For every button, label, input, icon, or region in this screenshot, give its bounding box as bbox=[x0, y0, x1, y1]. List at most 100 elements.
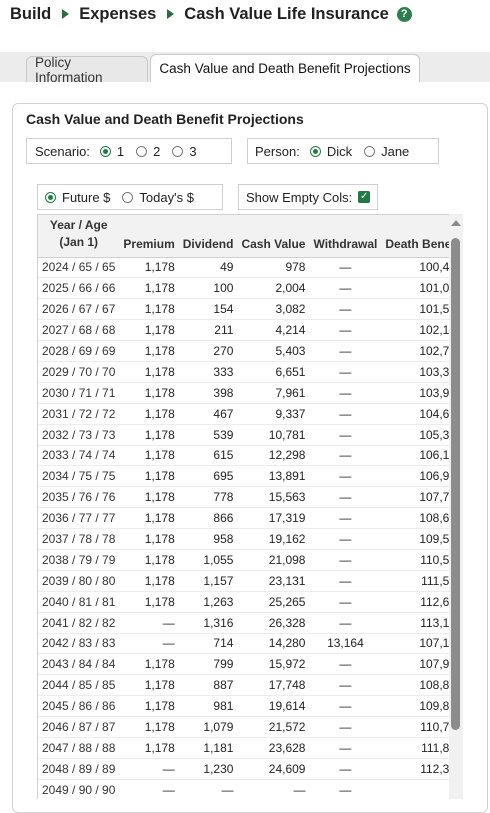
table-row: 2027 / 68 / 681,1782114,214—102,107 bbox=[38, 319, 449, 342]
column-header-premium[interactable]: Premium bbox=[119, 215, 179, 258]
cell-cash-value: 17,748 bbox=[237, 674, 310, 697]
cell-death-benefit: 106,945 bbox=[381, 465, 449, 488]
cell-dividend: 958 bbox=[178, 528, 238, 550]
scenario-option-3[interactable]: 3 bbox=[172, 144, 197, 159]
scenario-option-1[interactable]: 1 bbox=[99, 144, 124, 159]
cell-year-age: 2042 / 83 / 83 bbox=[38, 633, 120, 655]
header-line: (Jan 1) bbox=[59, 234, 99, 249]
cell-year-age: 2033 / 74 / 74 bbox=[38, 445, 120, 467]
column-header-death-benefit[interactable]: Death Benefit bbox=[381, 215, 449, 258]
help-icon[interactable]: ? bbox=[396, 6, 412, 22]
cell-withdrawal: — bbox=[309, 361, 382, 383]
cell-dividend: 1,079 bbox=[178, 716, 238, 738]
column-header-cash-value[interactable]: Cash Value bbox=[237, 215, 310, 258]
radio-unselected-icon[interactable] bbox=[364, 145, 376, 157]
cell-death-benefit: 112,305 bbox=[381, 758, 449, 780]
cell-cash-value: 2,004 bbox=[237, 277, 310, 300]
cell-death-benefit: 101,002 bbox=[381, 277, 449, 300]
cell-premium: 1,178 bbox=[119, 340, 179, 362]
checkbox-checked-icon[interactable]: ✓ bbox=[358, 191, 371, 203]
table-row: 2038 / 79 / 791,1781,05521,098—110,549 bbox=[38, 549, 449, 571]
cell-cash-value: 15,972 bbox=[237, 653, 310, 676]
tab-projections[interactable]: Cash Value and Death Benefit Projections bbox=[150, 54, 420, 82]
cell-dividend: 398 bbox=[178, 382, 238, 404]
cell-year-age: 2028 / 69 / 69 bbox=[38, 340, 120, 362]
cell-premium: 1,178 bbox=[119, 591, 179, 613]
dollar-mode-future[interactable]: Future $ bbox=[45, 190, 110, 205]
person-option-jane[interactable]: Jane bbox=[364, 144, 409, 159]
cell-dividend: 887 bbox=[178, 674, 238, 697]
cell-premium: 1,178 bbox=[119, 277, 179, 300]
cell-dividend: — bbox=[178, 779, 238, 799]
breadcrumb-build[interactable]: Build bbox=[10, 5, 51, 24]
breadcrumb-expenses[interactable]: Expenses bbox=[79, 5, 156, 24]
cell-death-benefit: 103,325 bbox=[381, 361, 449, 383]
cell-death-benefit: 111,814 bbox=[381, 737, 449, 759]
radio-unselected-icon[interactable] bbox=[122, 191, 134, 203]
cell-death-benefit: 102,107 bbox=[381, 319, 449, 342]
table-row: 2044 / 85 / 851,17888717,748—108,874 bbox=[38, 674, 449, 697]
cell-dividend: 1,230 bbox=[178, 758, 238, 780]
cell-cash-value: 13,891 bbox=[237, 465, 310, 488]
cell-premium: 1,178 bbox=[119, 382, 179, 404]
table-row: 2046 / 87 / 871,1781,07921,572—110,786 bbox=[38, 716, 449, 738]
cell-premium: 1,178 bbox=[119, 737, 179, 759]
cell-cash-value: 21,098 bbox=[237, 549, 310, 571]
cell-dividend: 154 bbox=[178, 298, 238, 321]
table-row: 2045 / 86 / 861,17898119,614—109,807 bbox=[38, 695, 449, 718]
dollar-mode-label: Today's $ bbox=[139, 189, 194, 205]
person-option-dick[interactable]: Dick bbox=[309, 144, 352, 159]
cell-withdrawal: — bbox=[309, 758, 382, 780]
cell-withdrawal: — bbox=[309, 779, 382, 799]
radio-selected-icon[interactable] bbox=[309, 145, 321, 157]
cell-cash-value: 19,614 bbox=[237, 695, 310, 718]
cell-death-benefit: 111,565 bbox=[381, 570, 449, 592]
radio-unselected-icon[interactable] bbox=[172, 145, 184, 157]
scroll-up-icon[interactable] bbox=[451, 220, 461, 226]
table-row: 2048 / 89 / 89—1,23024,609—112,305 bbox=[38, 758, 449, 780]
table-row: 2026 / 67 / 671,1781543,082—101,541 bbox=[38, 298, 449, 321]
cell-dividend: 1,316 bbox=[178, 612, 238, 634]
scrollbar-thumb[interactable] bbox=[451, 238, 460, 730]
cell-dividend: 49 bbox=[178, 257, 238, 279]
cell-dividend: 778 bbox=[178, 486, 238, 509]
dollar-mode-selector: Future $ Today's $ bbox=[37, 184, 223, 210]
cell-cash-value: 23,628 bbox=[237, 737, 310, 759]
cell-year-age: 2043 / 84 / 84 bbox=[38, 653, 120, 676]
cell-premium: 1,178 bbox=[119, 716, 179, 738]
person-selector: Person: Dick Jane bbox=[247, 138, 439, 164]
column-header-year-age[interactable]: Year / Age (Jan 1) bbox=[38, 215, 120, 258]
cell-premium: 1,178 bbox=[119, 257, 179, 279]
cell-withdrawal: — bbox=[309, 465, 382, 488]
panel-title: Cash Value and Death Benefit Projections bbox=[26, 111, 304, 127]
scenario-selector: Scenario: 1 2 3 bbox=[26, 138, 232, 164]
cell-cash-value: 12,298 bbox=[237, 445, 310, 467]
cell-year-age: 2049 / 90 / 90 bbox=[38, 779, 120, 799]
column-header-dividend[interactable]: Dividend bbox=[178, 215, 238, 258]
cell-withdrawal: — bbox=[309, 737, 382, 759]
radio-unselected-icon[interactable] bbox=[136, 145, 148, 157]
cell-death-benefit: 102,701 bbox=[381, 340, 449, 362]
cell-dividend: 1,157 bbox=[178, 570, 238, 592]
table-row: 2040 / 81 / 811,1781,26325,265—112,633 bbox=[38, 591, 449, 613]
cell-withdrawal: — bbox=[309, 549, 382, 571]
cell-withdrawal: — bbox=[309, 403, 382, 425]
radio-selected-icon[interactable] bbox=[99, 145, 111, 157]
cell-premium: 1,178 bbox=[119, 319, 179, 342]
scenario-option-2[interactable]: 2 bbox=[136, 144, 160, 159]
breadcrumb: Build Expenses Cash Value Life Insurance… bbox=[10, 2, 412, 26]
column-header-withdrawal[interactable]: Withdrawal bbox=[309, 215, 382, 258]
cell-year-age: 2032 / 73 / 73 bbox=[38, 424, 120, 446]
cell-withdrawal: — bbox=[309, 382, 382, 404]
cell-cash-value: 24,609 bbox=[237, 758, 310, 780]
cell-dividend: 866 bbox=[178, 507, 238, 530]
cell-death-benefit: 107,781 bbox=[381, 486, 449, 509]
cell-cash-value: 21,572 bbox=[237, 716, 310, 738]
cell-withdrawal: — bbox=[309, 716, 382, 738]
tab-policy-information[interactable]: Policy Information bbox=[26, 55, 148, 85]
breadcrumb-separator-icon bbox=[62, 9, 70, 19]
dollar-mode-today[interactable]: Today's $ bbox=[122, 190, 194, 205]
cell-year-age: 2040 / 81 / 81 bbox=[38, 591, 120, 613]
radio-selected-icon[interactable] bbox=[45, 191, 56, 203]
table-scrollbar[interactable] bbox=[449, 214, 463, 799]
